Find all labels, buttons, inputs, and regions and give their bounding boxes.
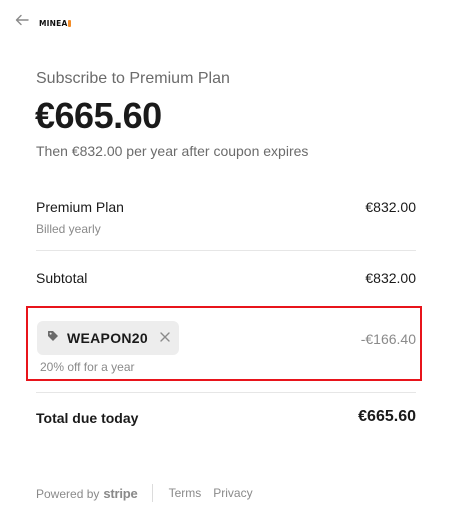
- terms-link[interactable]: Terms: [169, 486, 202, 500]
- total-due-amount: €665.60: [358, 408, 416, 425]
- privacy-link[interactable]: Privacy: [213, 486, 252, 500]
- subtotal-amount: €832.00: [365, 270, 416, 286]
- plan-name: Premium Plan: [36, 199, 124, 215]
- coupon-description: 20% off for a year: [40, 360, 135, 374]
- coupon-code: WEAPON20: [67, 330, 148, 346]
- divider: [36, 250, 416, 251]
- price-due-today: €665.60: [35, 95, 162, 136]
- plan-billing-period: Billed yearly: [36, 222, 101, 236]
- arrow-left-icon: [15, 13, 29, 31]
- stripe-logo: stripe: [103, 485, 138, 501]
- tag-icon: [47, 329, 59, 347]
- divider: [36, 392, 416, 393]
- discount-amount: -€166.40: [360, 331, 416, 347]
- footer: Powered by stripe Terms Privacy: [36, 484, 265, 502]
- logo-text: MINEA: [39, 18, 68, 28]
- brand-logo: MINEA: [39, 18, 72, 28]
- total-due-label: Total due today: [36, 410, 139, 426]
- product-title: Subscribe to Premium Plan: [36, 70, 230, 87]
- plan-amount: €832.00: [365, 199, 416, 215]
- back-button[interactable]: [12, 12, 32, 32]
- applied-coupon-chip[interactable]: WEAPON20: [37, 321, 179, 355]
- price-note: Then €832.00 per year after coupon expir…: [36, 143, 309, 159]
- powered-by-stripe[interactable]: Powered by stripe: [36, 486, 138, 501]
- remove-coupon-button[interactable]: [158, 331, 172, 345]
- subtotal-label: Subtotal: [36, 270, 88, 286]
- close-icon: [160, 329, 170, 347]
- powered-by-text: Powered by: [36, 486, 100, 501]
- footer-divider: [151, 484, 153, 502]
- logo-accent-mark: [68, 19, 72, 27]
